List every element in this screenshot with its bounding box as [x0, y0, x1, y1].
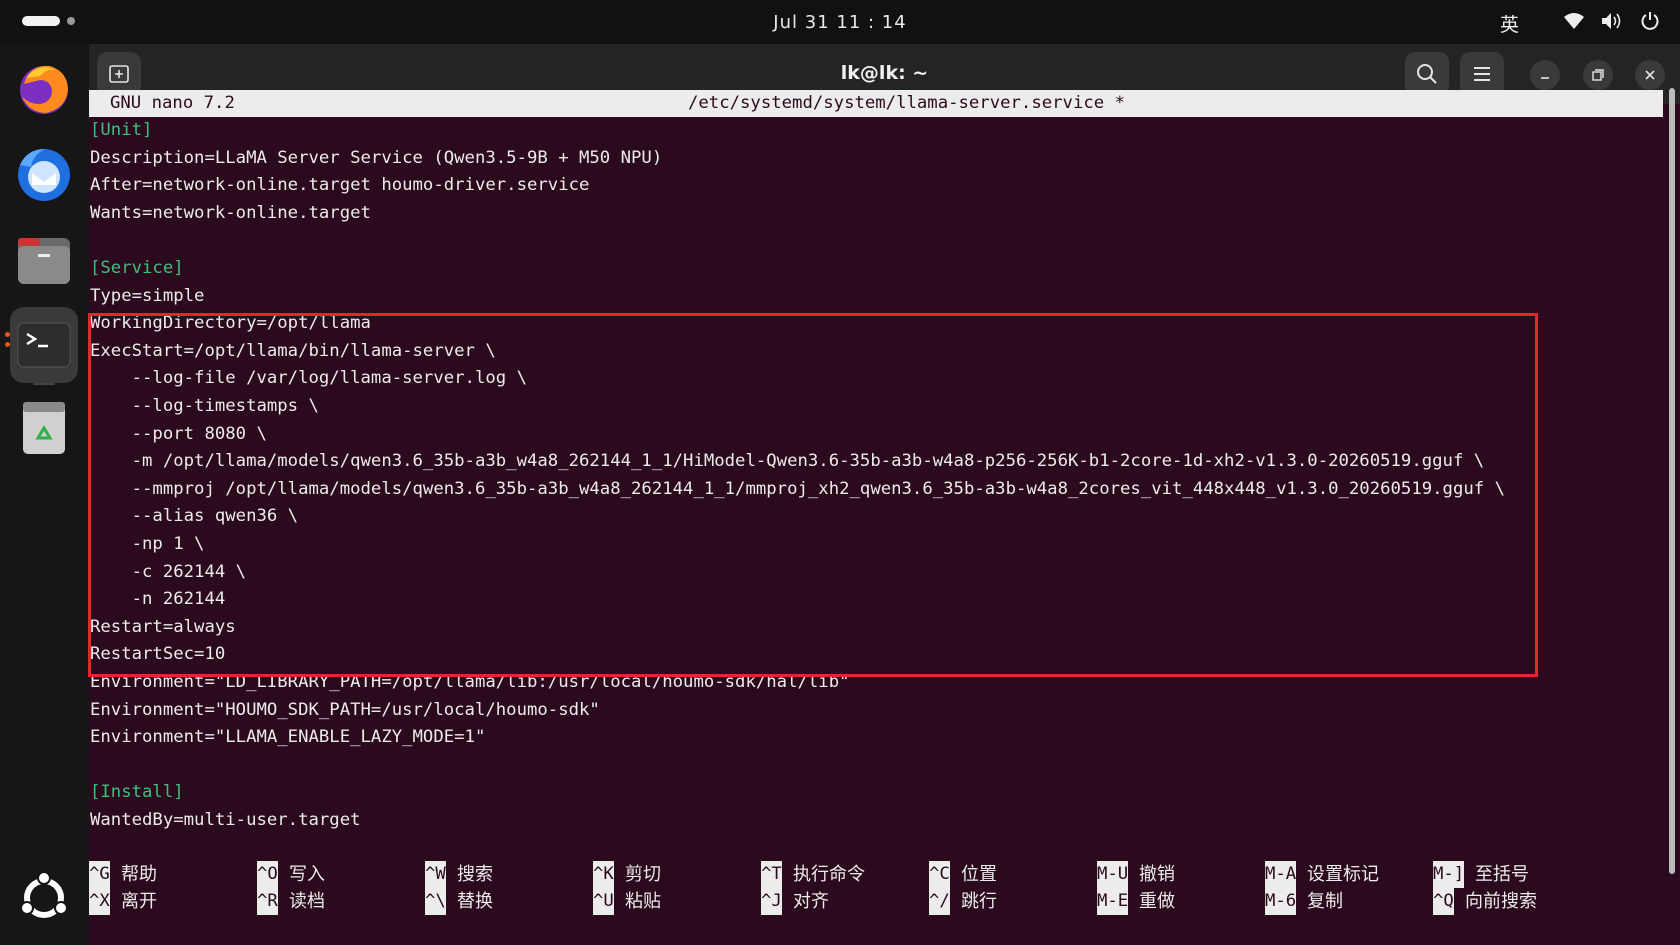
shortcut-label: 执行命令	[793, 864, 865, 885]
input-method-indicator[interactable]: 英	[1500, 10, 1519, 37]
section-header[interactable]: [Unit]	[90, 117, 152, 144]
terminal-window: lk@lk: ~ GNU nano 7.2 /etc/systemd/syste…	[88, 44, 1680, 945]
shortcut-label: 向前搜索	[1465, 891, 1537, 912]
top-bar: Jul 31 11 : 14 英	[0, 0, 1680, 44]
close-icon[interactable]	[1635, 60, 1665, 90]
shortcut-key: ^\	[425, 888, 446, 915]
files-icon[interactable]	[10, 226, 78, 294]
shortcut-label: 搜索	[457, 864, 493, 885]
shortcut-key: ^C	[929, 861, 950, 888]
dock-separator	[33, 383, 55, 385]
shortcut-label: 复制	[1307, 891, 1343, 912]
shortcut-label: 读档	[289, 891, 325, 912]
power-icon[interactable]	[1640, 11, 1660, 36]
minimize-icon[interactable]	[1530, 60, 1560, 90]
shortcut-label: 设置标记	[1307, 864, 1379, 885]
shortcut-label: 重做	[1139, 891, 1175, 912]
thunderbird-icon[interactable]	[10, 140, 78, 208]
shortcut-key: M-A	[1265, 861, 1297, 888]
shortcut-key: ^J	[761, 888, 782, 915]
dock	[0, 44, 89, 945]
shortcut-label: 帮助	[121, 864, 157, 885]
shortcut-key: M-U	[1097, 861, 1129, 888]
shortcut-key: M-6	[1265, 888, 1297, 915]
section-header[interactable]: [Install]	[90, 779, 184, 806]
firefox-icon[interactable]	[10, 54, 78, 122]
running-indicator	[5, 342, 10, 347]
shortcut-label: 至括号	[1475, 864, 1529, 885]
volume-icon[interactable]	[1601, 12, 1623, 35]
nano-filename: /etc/systemd/system/llama-server.service…	[688, 93, 1125, 113]
shortcut-key: M-E	[1097, 888, 1129, 915]
shortcut-label: 剪切	[625, 864, 661, 885]
terminal-content[interactable]: GNU nano 7.2 /etc/systemd/system/llama-s…	[88, 90, 1680, 945]
shortcut-label: 撤销	[1139, 864, 1175, 885]
shortcut-key: ^Q	[1433, 888, 1454, 915]
shortcut-label: 对齐	[793, 891, 829, 912]
shortcut-key: M-]	[1433, 861, 1465, 888]
nano-header: GNU nano 7.2 /etc/systemd/system/llama-s…	[89, 90, 1663, 117]
shortcut-key: ^X	[89, 888, 110, 915]
shortcut-label: 位置	[961, 864, 997, 885]
shortcut-label: 写入	[289, 864, 325, 885]
trash-icon[interactable]	[10, 394, 78, 462]
clock[interactable]: Jul 31 11 : 14	[0, 12, 1680, 33]
shortcut-key: ^R	[257, 888, 278, 915]
terminal-icon[interactable]	[10, 307, 78, 383]
shortcut-label: 离开	[121, 891, 157, 912]
running-indicator	[5, 332, 10, 337]
shortcut-key: ^/	[929, 888, 950, 915]
shortcut-key: ^W	[425, 861, 446, 888]
show-apps-icon[interactable]	[10, 864, 78, 932]
shortcut-key: ^T	[761, 861, 782, 888]
editor-line[interactable]: Description=LLaMA Server Service (Qwen3.…	[90, 145, 662, 172]
nano-version: GNU nano 7.2	[110, 93, 235, 113]
restore-icon[interactable]	[1583, 60, 1613, 90]
shortcut-label: 跳行	[961, 891, 997, 912]
shortcut-key: ^K	[593, 861, 614, 888]
editor-line[interactable]: Environment="HOUMO_SDK_PATH=/usr/local/h…	[90, 697, 600, 724]
editor-line[interactable]: Wants=network-online.target	[90, 200, 371, 227]
section-header[interactable]: [Service]	[90, 255, 184, 282]
editor-line[interactable]: Type=simple	[90, 283, 204, 310]
scrollbar[interactable]	[1669, 88, 1675, 874]
shortcut-key: ^U	[593, 888, 614, 915]
editor-line[interactable]: After=network-online.target houmo-driver…	[90, 172, 589, 199]
shortcut-key: ^G	[89, 861, 110, 888]
wifi-icon[interactable]	[1563, 12, 1585, 35]
highlight-box	[88, 313, 1538, 677]
shortcut-label: 粘贴	[625, 891, 661, 912]
editor-line[interactable]: Environment="LLAMA_ENABLE_LAZY_MODE=1"	[90, 724, 485, 751]
shortcut-key: ^O	[257, 861, 278, 888]
shortcut-label: 替换	[457, 891, 493, 912]
editor-line[interactable]: WantedBy=multi-user.target	[90, 807, 361, 834]
